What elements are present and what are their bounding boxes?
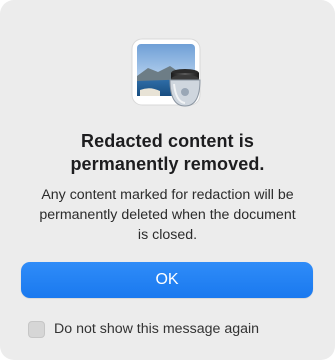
dialog-title-line: permanently removed. <box>70 154 265 174</box>
dialog-message-line: Any content marked for redaction will be <box>41 187 294 203</box>
dont-show-again-option[interactable]: Do not show this message again <box>28 319 259 339</box>
preview-app-icon <box>130 34 208 112</box>
alert-dialog: Redacted content is permanently removed.… <box>0 0 335 360</box>
dialog-message-line: is closed. <box>137 227 198 243</box>
dialog-title-line: Redacted content is <box>81 131 254 151</box>
dont-show-again-checkbox[interactable] <box>28 320 45 338</box>
dialog-title: Redacted content is permanently removed. <box>0 130 335 176</box>
dont-show-again-label[interactable]: Do not show this message again <box>54 321 259 337</box>
ok-button-label: OK <box>155 271 179 288</box>
dialog-message: Any content marked for redaction will be… <box>20 185 315 245</box>
ok-button[interactable]: OK <box>21 262 313 298</box>
dialog-message-line: permanently deleted when the document <box>39 207 296 223</box>
